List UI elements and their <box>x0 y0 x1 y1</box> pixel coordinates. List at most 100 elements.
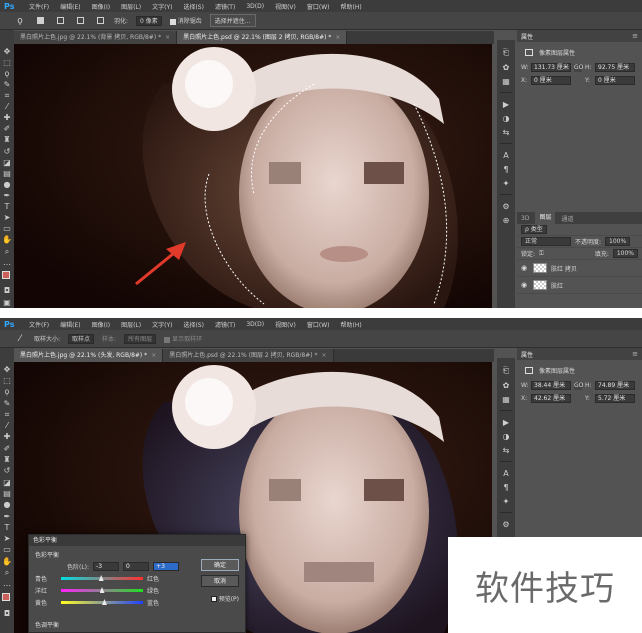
eye-icon[interactable]: ◉ <box>521 281 529 289</box>
level-yellow-blue-field[interactable]: +3 <box>153 562 180 571</box>
eraser-tool-icon[interactable]: ◪ <box>1 157 13 168</box>
tool-presets-icon[interactable]: ⚙ <box>499 517 513 531</box>
pen-tool-icon[interactable]: ✒ <box>1 190 13 201</box>
menu-view[interactable]: 视图(V) <box>275 320 296 329</box>
glyphs-icon[interactable]: ✦ <box>499 176 513 190</box>
more-tools-icon[interactable]: … <box>1 257 13 268</box>
menu-window[interactable]: 窗口(W) <box>307 2 330 11</box>
history-icon[interactable]: ⎗ <box>499 46 513 60</box>
link-icon[interactable]: GO <box>574 381 583 390</box>
height-field[interactable]: 74.89 厘米 <box>595 381 635 390</box>
brush-tool-icon[interactable]: ✐ <box>1 443 13 454</box>
eraser-tool-icon[interactable]: ◪ <box>1 477 13 488</box>
menu-image[interactable]: 图像(I) <box>92 2 110 11</box>
antialias-checkbox[interactable]: 消除锯齿 <box>169 16 202 25</box>
width-field[interactable]: 38.44 厘米 <box>531 381 571 390</box>
tab-layers[interactable]: 图层 <box>535 212 556 224</box>
magenta-green-slider[interactable] <box>61 587 143 593</box>
menu-3d[interactable]: 3D(D) <box>246 3 264 10</box>
height-field[interactable]: 92.75 厘米 <box>595 63 635 72</box>
add-selection-icon[interactable] <box>54 15 66 27</box>
menu-filter[interactable]: 滤镜(T) <box>215 2 235 11</box>
level-cyan-red-field[interactable]: -3 <box>93 562 120 571</box>
eyedropper-tool-icon[interactable]: ⁄ <box>1 102 13 113</box>
new-selection-icon[interactable] <box>34 15 46 27</box>
x-field[interactable]: 0 厘米 <box>531 76 571 85</box>
type-tool-icon[interactable]: T <box>1 522 13 533</box>
document-canvas[interactable] <box>14 44 492 308</box>
brush-settings-icon[interactable]: ✿ <box>499 378 513 392</box>
close-icon[interactable]: × <box>322 352 327 359</box>
character-icon[interactable]: A <box>499 148 513 162</box>
tab-channels[interactable]: 通道 <box>561 214 573 223</box>
dodge-tool-icon[interactable]: ● <box>1 500 13 511</box>
stamp-tool-icon[interactable]: ♜ <box>1 135 13 146</box>
menu-file[interactable]: 文件(F) <box>29 2 49 11</box>
menu-view[interactable]: 视图(V) <box>275 2 296 11</box>
path-select-icon[interactable]: ➤ <box>1 213 13 224</box>
show-ring-checkbox[interactable]: 显示取样环 <box>164 334 202 343</box>
lasso-tool-icon[interactable]: ϙ <box>1 68 13 79</box>
properties-tab[interactable]: 属性 <box>521 32 533 41</box>
styles-icon[interactable]: ⇆ <box>499 125 513 139</box>
cyan-red-slider[interactable] <box>61 575 143 581</box>
eyedropper-icon[interactable]: ⁄ <box>14 333 26 345</box>
crop-tool-icon[interactable]: ⌗ <box>1 90 13 101</box>
quick-select-tool-icon[interactable]: ✎ <box>1 79 13 90</box>
select-and-mask-button[interactable]: 选择并遮住... <box>209 14 256 27</box>
marquee-tool-icon[interactable]: ⬚ <box>1 375 13 386</box>
close-icon[interactable]: × <box>165 34 170 41</box>
close-icon[interactable]: × <box>335 34 340 41</box>
layer-row[interactable]: ◉ 肤红 拷贝 <box>517 260 642 277</box>
tab-psd-document[interactable]: 黑白照片上色.psd @ 22.1% (图层 2 拷贝, RGB/8#) * × <box>177 31 348 44</box>
panel-menu-icon[interactable]: ≡ <box>632 350 638 358</box>
foreground-color-swatch[interactable] <box>2 271 10 280</box>
foreground-color-swatch[interactable] <box>2 592 10 601</box>
menu-image[interactable]: 图像(I) <box>92 320 110 329</box>
cancel-button[interactable]: 取消 <box>201 575 239 587</box>
lock-icon[interactable]: ⚿ <box>539 250 544 258</box>
menu-edit[interactable]: 编辑(E) <box>60 2 80 11</box>
menu-help[interactable]: 帮助(H) <box>341 2 362 11</box>
stamp-tool-icon[interactable]: ♜ <box>1 454 13 465</box>
move-tool-icon[interactable]: ✥ <box>1 46 13 57</box>
menu-type[interactable]: 文字(Y) <box>152 320 172 329</box>
character-icon[interactable]: A <box>499 466 513 480</box>
intersect-selection-icon[interactable] <box>94 15 106 27</box>
menu-edit[interactable]: 编辑(E) <box>60 320 80 329</box>
more-tools-icon[interactable]: … <box>1 579 13 590</box>
slider-knob[interactable] <box>99 587 105 593</box>
tab-psd-document[interactable]: 黑白照片上色.psd @ 22.1% (图层 2 拷贝, RGB/8#) * × <box>163 349 334 362</box>
lasso-icon[interactable]: ϙ <box>14 15 26 27</box>
blend-mode-dropdown[interactable]: 正常 <box>521 237 571 246</box>
brush-tool-icon[interactable]: ✐ <box>1 124 13 135</box>
eye-icon[interactable]: ◉ <box>521 264 529 272</box>
type-tool-icon[interactable]: T <box>1 202 13 213</box>
marquee-tool-icon[interactable]: ⬚ <box>1 57 13 68</box>
x-field[interactable]: 42.62 厘米 <box>531 394 571 403</box>
shape-tool-icon[interactable]: ▭ <box>1 545 13 556</box>
styles-icon[interactable]: ⇆ <box>499 443 513 457</box>
preview-checkbox[interactable]: 预览(P) <box>210 594 239 603</box>
tab-jpg-document[interactable]: 黑白照片上色.jpg @ 22.1% (背景 拷贝, RGB/8#) * × <box>14 31 178 44</box>
opacity-field[interactable]: 100% <box>605 237 631 246</box>
color-swatches[interactable] <box>1 270 13 286</box>
tab-jpg-document[interactable]: 黑白照片上色.jpg @ 22.1% (头发, RGB/8#) * × <box>14 349 164 362</box>
menu-help[interactable]: 帮助(H) <box>341 320 362 329</box>
width-field[interactable]: 131.73 厘米 <box>531 63 571 72</box>
zoom-tool-icon[interactable]: ⌕ <box>1 246 13 257</box>
eyedropper-tool-icon[interactable]: ⁄ <box>1 420 13 431</box>
menu-3d[interactable]: 3D(D) <box>246 321 264 328</box>
feather-input[interactable]: 0 像素 <box>136 15 162 26</box>
swatches-icon[interactable]: ▦ <box>499 74 513 88</box>
menu-type[interactable]: 文字(Y) <box>152 2 172 11</box>
menu-select[interactable]: 选择(S) <box>183 320 204 329</box>
lasso-tool-icon[interactable]: ϙ <box>1 387 13 398</box>
path-select-icon[interactable]: ➤ <box>1 533 13 544</box>
menu-layer[interactable]: 图层(L) <box>121 320 141 329</box>
brush-settings-icon[interactable]: ✿ <box>499 60 513 74</box>
menu-file[interactable]: 文件(F) <box>29 320 49 329</box>
paragraph-icon[interactable]: ¶ <box>499 162 513 176</box>
menu-filter[interactable]: 滤镜(T) <box>215 320 235 329</box>
hand-tool-icon[interactable]: ✋ <box>1 556 13 567</box>
